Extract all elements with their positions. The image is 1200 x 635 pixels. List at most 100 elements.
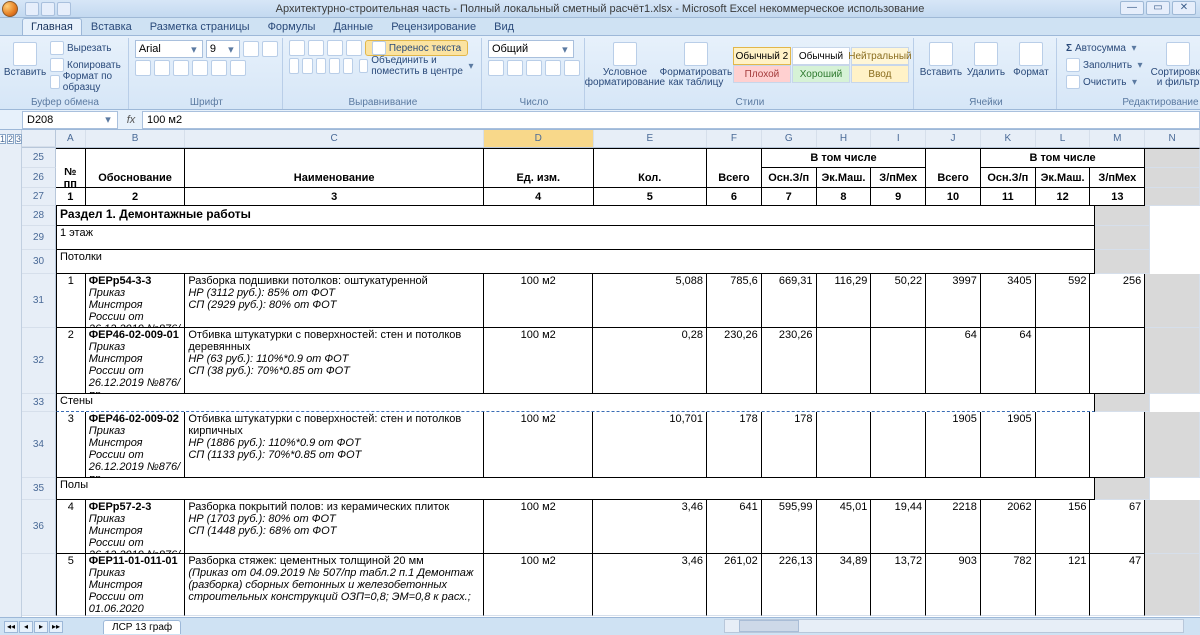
align-center-icon[interactable] bbox=[302, 58, 312, 74]
format-as-table-button[interactable]: Форматировать как таблицу bbox=[662, 40, 730, 90]
align-right-icon[interactable] bbox=[316, 58, 326, 74]
col-I[interactable]: I bbox=[871, 130, 926, 147]
paste-button[interactable]: Вставить bbox=[6, 40, 44, 90]
wrap-text-button[interactable]: Перенос текста bbox=[365, 40, 468, 56]
merge-center-button[interactable]: Объединить и поместить в центре▾ bbox=[356, 58, 477, 74]
col-N[interactable]: N bbox=[1145, 130, 1200, 147]
tab-review[interactable]: Рецензирование bbox=[382, 18, 485, 35]
font-color-icon[interactable] bbox=[230, 60, 246, 76]
outline-bar[interactable]: 123 bbox=[0, 130, 22, 617]
col-C[interactable]: C bbox=[185, 130, 484, 147]
col-J[interactable]: J bbox=[926, 130, 981, 147]
increase-font-icon[interactable] bbox=[243, 41, 259, 57]
restore-button[interactable]: ▭ bbox=[1146, 1, 1170, 15]
align-bottom-icon[interactable] bbox=[327, 40, 343, 56]
decrease-decimal-icon[interactable] bbox=[564, 60, 580, 76]
style-normal2[interactable]: Обычный 2 bbox=[733, 47, 791, 65]
increase-indent-icon[interactable] bbox=[343, 58, 353, 74]
increase-decimal-icon[interactable] bbox=[545, 60, 561, 76]
grid[interactable]: A B C D E F G H I J K L M N 25 bbox=[22, 130, 1200, 617]
conditional-formatting-button[interactable]: Условное форматирование bbox=[591, 40, 659, 90]
currency-icon[interactable] bbox=[488, 60, 504, 76]
name-box[interactable]: D208▾ bbox=[22, 111, 118, 129]
tab-page-layout[interactable]: Разметка страницы bbox=[141, 18, 259, 35]
fx-icon[interactable]: fx bbox=[120, 114, 142, 126]
decrease-indent-icon[interactable] bbox=[329, 58, 339, 74]
horizontal-scrollbar[interactable] bbox=[724, 619, 1184, 633]
style-good[interactable]: Хороший bbox=[792, 65, 850, 83]
col-H[interactable]: H bbox=[817, 130, 872, 147]
row-29[interactable]: 29 bbox=[22, 226, 56, 250]
col-B[interactable]: B bbox=[86, 130, 186, 147]
tab-data[interactable]: Данные bbox=[324, 18, 382, 35]
sheet-nav[interactable]: ◂◂◂▸▸▸ bbox=[4, 621, 63, 633]
sort-filter-button[interactable]: Сортировка и фильтр bbox=[1151, 40, 1200, 90]
formula-bar: D208▾ fx 100 м2 bbox=[0, 110, 1200, 130]
tab-insert[interactable]: Вставка bbox=[82, 18, 141, 35]
minimize-button[interactable]: — bbox=[1120, 1, 1144, 15]
italic-icon[interactable] bbox=[154, 60, 170, 76]
row-25[interactable]: 25 bbox=[22, 148, 56, 168]
cut-button[interactable]: Вырезать bbox=[47, 40, 124, 56]
orientation-icon[interactable] bbox=[346, 40, 362, 56]
tab-view[interactable]: Вид bbox=[485, 18, 523, 35]
close-button[interactable]: ✕ bbox=[1172, 1, 1196, 15]
style-neutral[interactable]: Нейтральный bbox=[851, 47, 909, 65]
delete-cells-button[interactable]: Удалить bbox=[965, 40, 1007, 90]
qat-undo-icon[interactable] bbox=[41, 2, 55, 16]
tab-home[interactable]: Главная bbox=[22, 18, 82, 35]
style-normal[interactable]: Обычный bbox=[792, 47, 850, 65]
clear-button[interactable]: Очистить▾ bbox=[1063, 74, 1148, 90]
qat-save-icon[interactable] bbox=[25, 2, 39, 16]
row-34[interactable]: 34 bbox=[22, 412, 56, 478]
paste-icon bbox=[13, 42, 37, 66]
styles-gallery[interactable]: Обычный 2 Обычный Нейтральный Плохой Хор… bbox=[733, 47, 909, 83]
fill-button[interactable]: Заполнить▾ bbox=[1063, 57, 1148, 73]
border-icon[interactable] bbox=[192, 60, 208, 76]
col-M[interactable]: M bbox=[1090, 130, 1145, 147]
font-size-input[interactable]: 9▾ bbox=[206, 40, 240, 58]
align-left-icon[interactable] bbox=[289, 58, 299, 74]
style-input[interactable]: Ввод bbox=[851, 65, 909, 83]
formula-input[interactable]: 100 м2 bbox=[142, 111, 1200, 129]
qat-redo-icon[interactable] bbox=[57, 2, 71, 16]
row-32[interactable]: 32 bbox=[22, 328, 56, 394]
row-30[interactable]: 30 bbox=[22, 250, 56, 274]
col-F[interactable]: F bbox=[707, 130, 762, 147]
decrease-font-icon[interactable] bbox=[262, 41, 278, 57]
sheet-tab-active[interactable]: ЛСР 13 граф bbox=[103, 620, 181, 634]
style-bad[interactable]: Плохой bbox=[733, 65, 791, 83]
merge-icon bbox=[359, 59, 368, 73]
percent-icon[interactable] bbox=[507, 60, 523, 76]
col-A[interactable]: A bbox=[56, 130, 86, 147]
office-button[interactable] bbox=[2, 1, 18, 17]
col-L[interactable]: L bbox=[1036, 130, 1091, 147]
autosum-button[interactable]: ΣАвтосумма▾ bbox=[1063, 40, 1148, 56]
align-top-icon[interactable] bbox=[289, 40, 305, 56]
format-cells-button[interactable]: Формат bbox=[1010, 40, 1052, 90]
insert-cells-button[interactable]: Вставить bbox=[920, 40, 962, 90]
format-painter-button[interactable]: Формат по образцу bbox=[47, 74, 124, 90]
font-name-input[interactable]: Arial▾ bbox=[135, 40, 203, 58]
number-format-select[interactable]: Общий▾ bbox=[488, 40, 574, 58]
col-G[interactable]: G bbox=[762, 130, 817, 147]
select-all-corner[interactable] bbox=[22, 130, 56, 147]
row-33[interactable]: 33 bbox=[22, 394, 56, 412]
row-28[interactable]: 28 bbox=[22, 206, 56, 226]
col-E[interactable]: E bbox=[594, 130, 708, 147]
row-35[interactable]: 35 bbox=[22, 478, 56, 500]
row-36[interactable]: 36 bbox=[22, 500, 56, 554]
row-37[interactable] bbox=[22, 554, 56, 616]
col-K[interactable]: K bbox=[981, 130, 1036, 147]
row-27[interactable]: 27 bbox=[22, 188, 56, 206]
row-31[interactable]: 31 bbox=[22, 274, 56, 328]
group-editing: ΣАвтосумма▾ Заполнить▾ Очистить▾ Сортиро… bbox=[1059, 38, 1200, 109]
bold-icon[interactable] bbox=[135, 60, 151, 76]
row-26[interactable]: 26 bbox=[22, 168, 56, 188]
fill-color-icon[interactable] bbox=[211, 60, 227, 76]
tab-formulas[interactable]: Формулы bbox=[259, 18, 325, 35]
align-middle-icon[interactable] bbox=[308, 40, 324, 56]
underline-icon[interactable] bbox=[173, 60, 189, 76]
comma-icon[interactable] bbox=[526, 60, 542, 76]
col-D[interactable]: D bbox=[484, 130, 594, 147]
